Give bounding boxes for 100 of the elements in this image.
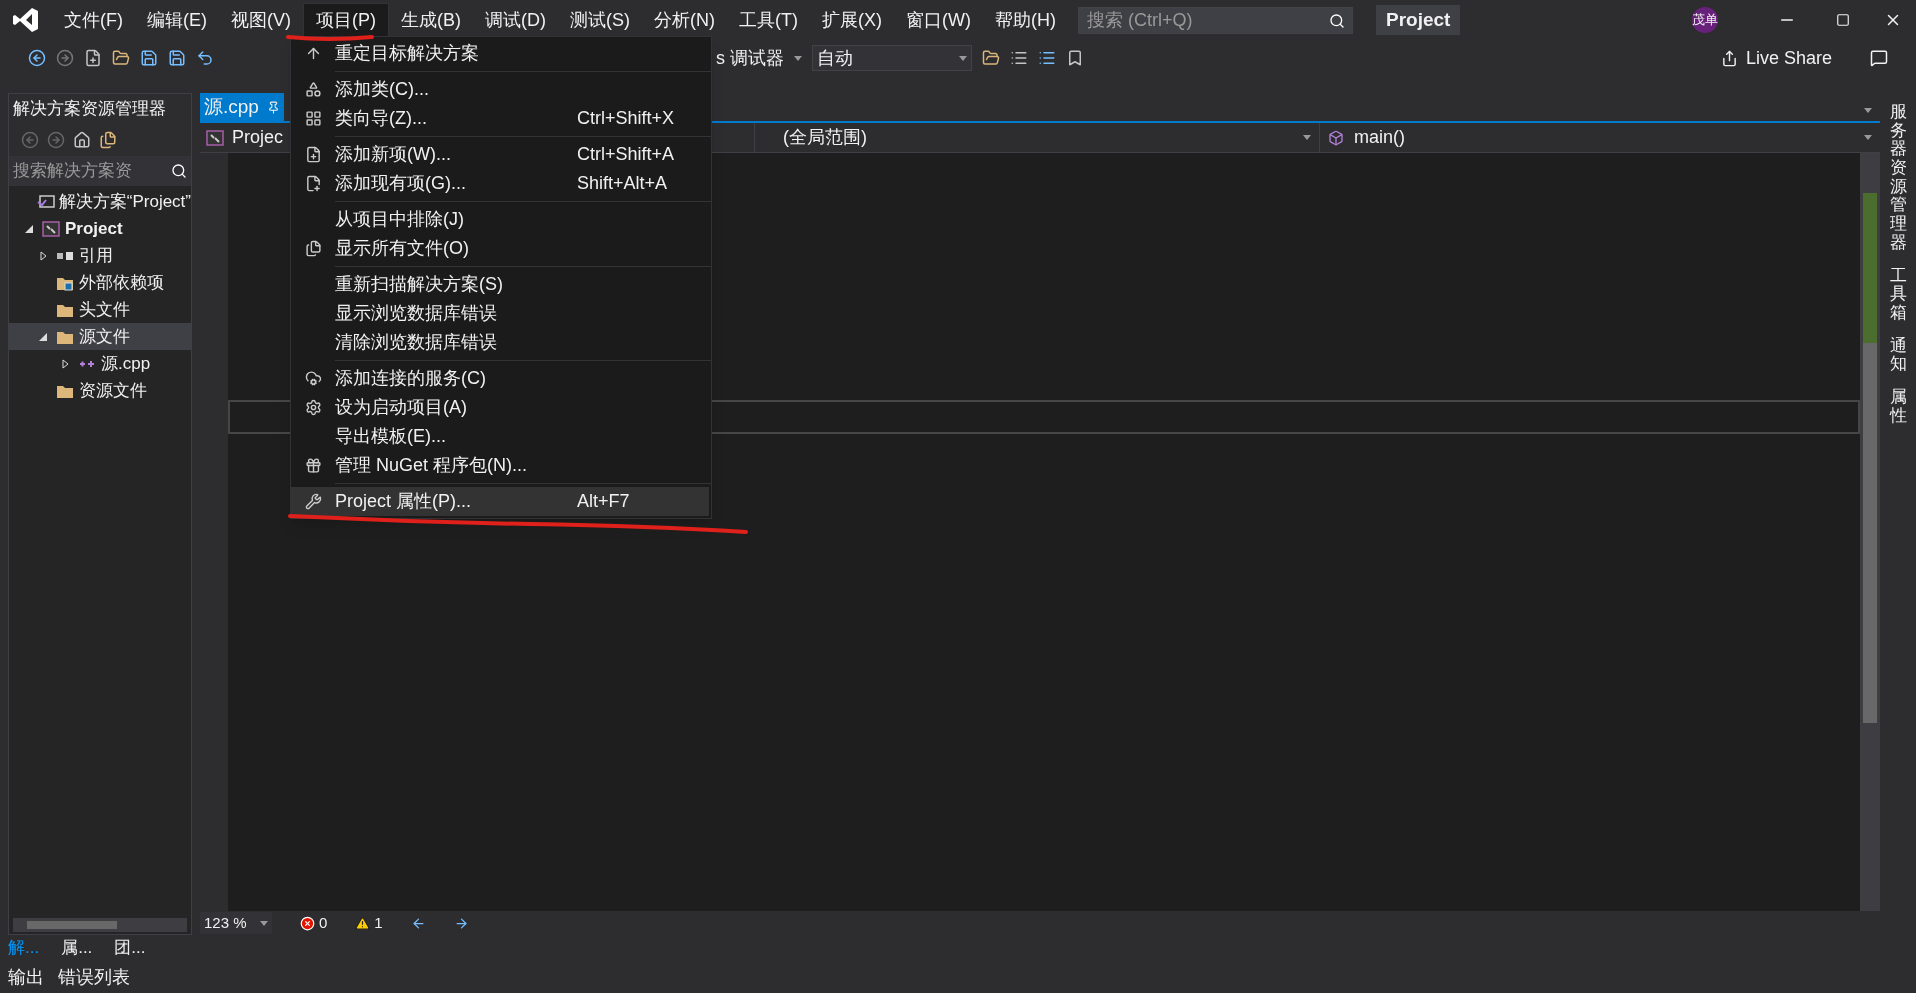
side-tab[interactable]: 通知	[1889, 336, 1907, 374]
new-file-icon[interactable]	[84, 49, 102, 67]
caret-icon	[260, 920, 268, 926]
references-icon	[56, 250, 74, 261]
expanded-icon[interactable]	[39, 332, 47, 341]
restore-icon[interactable]	[1836, 13, 1850, 27]
search-field[interactable]: 搜索解决方案资	[9, 156, 191, 186]
account-avatar[interactable]: 茂单	[1692, 7, 1718, 33]
bottom-tab[interactable]: 输出	[8, 963, 44, 991]
menu-item[interactable]: 编辑(E)	[135, 3, 219, 37]
tree-item[interactable]: Project	[9, 215, 191, 242]
panel-title: 解决方案资源管理器	[9, 94, 191, 124]
forward-icon[interactable]	[56, 49, 74, 67]
share-icon	[1720, 49, 1738, 67]
side-tab[interactable]: 服务器资源管理器	[1889, 103, 1907, 253]
project-icon	[206, 129, 224, 146]
menu-entry[interactable]: 设为启动项目(A)	[291, 393, 711, 422]
folder-icon[interactable]	[112, 49, 130, 67]
warning-count: 1	[374, 912, 383, 933]
tree-label: 外部依赖项	[79, 271, 164, 294]
debugger-dropdown[interactable]: s 调试器	[716, 44, 784, 72]
menu-entry[interactable]: Project 属性(P)... Alt+F7	[291, 487, 709, 516]
tree-item[interactable]: 解决方案“Project”	[9, 188, 191, 215]
menu-entry[interactable]: 清除浏览数据库错误	[291, 328, 711, 357]
menu-item[interactable]: 文件(F)	[52, 3, 135, 37]
menu-entry[interactable]: 管理 NuGet 程序包(N)...	[291, 451, 711, 480]
menu-entry[interactable]: 添加类(C)...	[291, 75, 711, 104]
shortcut-label: Ctrl+Shift+A	[577, 143, 675, 166]
menu-item[interactable]: 生成(B)	[389, 3, 473, 37]
menu-entry[interactable]: 添加新项(W)... Ctrl+Shift+A	[291, 140, 711, 169]
panel-tab[interactable]: 解...	[8, 935, 40, 961]
error-count: 0	[319, 912, 328, 933]
shortcut-label: Ctrl+Shift+X	[577, 107, 675, 130]
menu-item[interactable]: 工具(T)	[727, 3, 810, 37]
caret-icon	[1303, 135, 1311, 140]
menu-entry[interactable]: 重定目标解决方案	[291, 39, 711, 68]
editor-tab[interactable]: 源.cpp	[200, 93, 284, 121]
live-share-button[interactable]: Live Share	[1720, 44, 1832, 72]
menu-entry[interactable]: 显示浏览数据库错误	[291, 299, 711, 328]
shortcut-label: Alt+F7	[577, 490, 630, 513]
menu-item[interactable]: 测试(S)	[558, 3, 642, 37]
save-all-icon[interactable]	[168, 49, 186, 67]
menu-item[interactable]: 扩展(X)	[809, 3, 894, 37]
tree-item[interactable]: 外部依赖项	[9, 269, 191, 296]
zoom-dropdown[interactable]: 123 %	[200, 912, 272, 934]
menu-entry[interactable]: 类向导(Z)... Ctrl+Shift+X	[291, 104, 711, 133]
tree-item[interactable]: 源文件	[9, 323, 191, 350]
menu-item[interactable]: 帮助(H)	[982, 3, 1068, 37]
menu-entry[interactable]: 导出模板(E)...	[291, 422, 711, 451]
solution-name: Project	[1375, 5, 1461, 35]
configuration-dropdown[interactable]: 自动	[812, 45, 972, 71]
caret-icon	[794, 55, 802, 61]
side-tab[interactable]: 属性	[1889, 387, 1907, 426]
search-field[interactable]: 搜索 (Ctrl+Q)	[1077, 6, 1353, 34]
menu-item[interactable]: 调试(D)	[473, 3, 558, 37]
bookmark-icon[interactable]	[1066, 49, 1084, 67]
folder-icon[interactable]	[982, 49, 1000, 67]
panel-tab[interactable]: 属...	[61, 935, 93, 961]
menu-entry[interactable]: 添加现有项(G)... Shift+Alt+A	[291, 169, 711, 198]
solution-icon	[37, 193, 56, 210]
panel-tab[interactable]: 团...	[114, 935, 146, 961]
menu-item[interactable]: 分析(N)	[642, 3, 727, 37]
collapsed-icon[interactable]	[39, 250, 47, 261]
search-icon	[171, 163, 187, 179]
menu-item[interactable]: 项目(P)	[303, 3, 389, 37]
menu-entry[interactable]: 从项目中排除(J)	[291, 205, 711, 234]
scrollbar-thumb[interactable]	[1863, 343, 1877, 723]
feedback-icon[interactable]	[1870, 49, 1888, 67]
side-tab[interactable]: 工具箱	[1889, 266, 1907, 323]
menu-item[interactable]: 窗口(W)	[893, 3, 983, 37]
next-icon[interactable]	[453, 915, 469, 931]
expanded-icon[interactable]	[25, 224, 33, 233]
home-icon[interactable]	[73, 131, 91, 149]
caret-icon	[1864, 135, 1872, 140]
project-icon	[42, 220, 60, 237]
undo-icon[interactable]	[196, 49, 214, 67]
tree-item[interactable]: 头文件	[9, 296, 191, 323]
menu-entry[interactable]: 显示所有文件(O)	[291, 234, 711, 263]
tree-item[interactable]: 引用	[9, 242, 191, 269]
back-icon[interactable]	[28, 49, 46, 67]
scope-dropdown[interactable]: (全局范围)	[755, 123, 1320, 152]
menu-entry[interactable]: 添加连接的服务(C)	[291, 364, 711, 393]
tree-label: 源.cpp	[101, 352, 151, 375]
tree-label: 源文件	[79, 325, 130, 348]
previous-icon[interactable]	[410, 915, 426, 931]
forward-icon[interactable]	[47, 131, 65, 149]
tree-item[interactable]: 资源文件	[9, 377, 191, 404]
menu-entry[interactable]: 重新扫描解决方案(S)	[291, 270, 711, 299]
collapsed-icon[interactable]	[61, 358, 69, 369]
logo-icon	[12, 6, 40, 34]
scrollbar-thumb[interactable]	[27, 921, 117, 929]
menu-item[interactable]: 视图(V)	[219, 3, 303, 37]
tree-item[interactable]: 源.cpp	[9, 350, 191, 377]
pin-icon[interactable]	[266, 100, 280, 114]
warning-icon	[355, 915, 371, 931]
search-icon	[1328, 12, 1345, 29]
save-icon[interactable]	[140, 49, 158, 67]
member-dropdown[interactable]: main()	[1320, 123, 1880, 152]
bottom-tab[interactable]: 错误列表	[58, 963, 130, 991]
shortcut-label: Shift+Alt+A	[577, 172, 668, 195]
